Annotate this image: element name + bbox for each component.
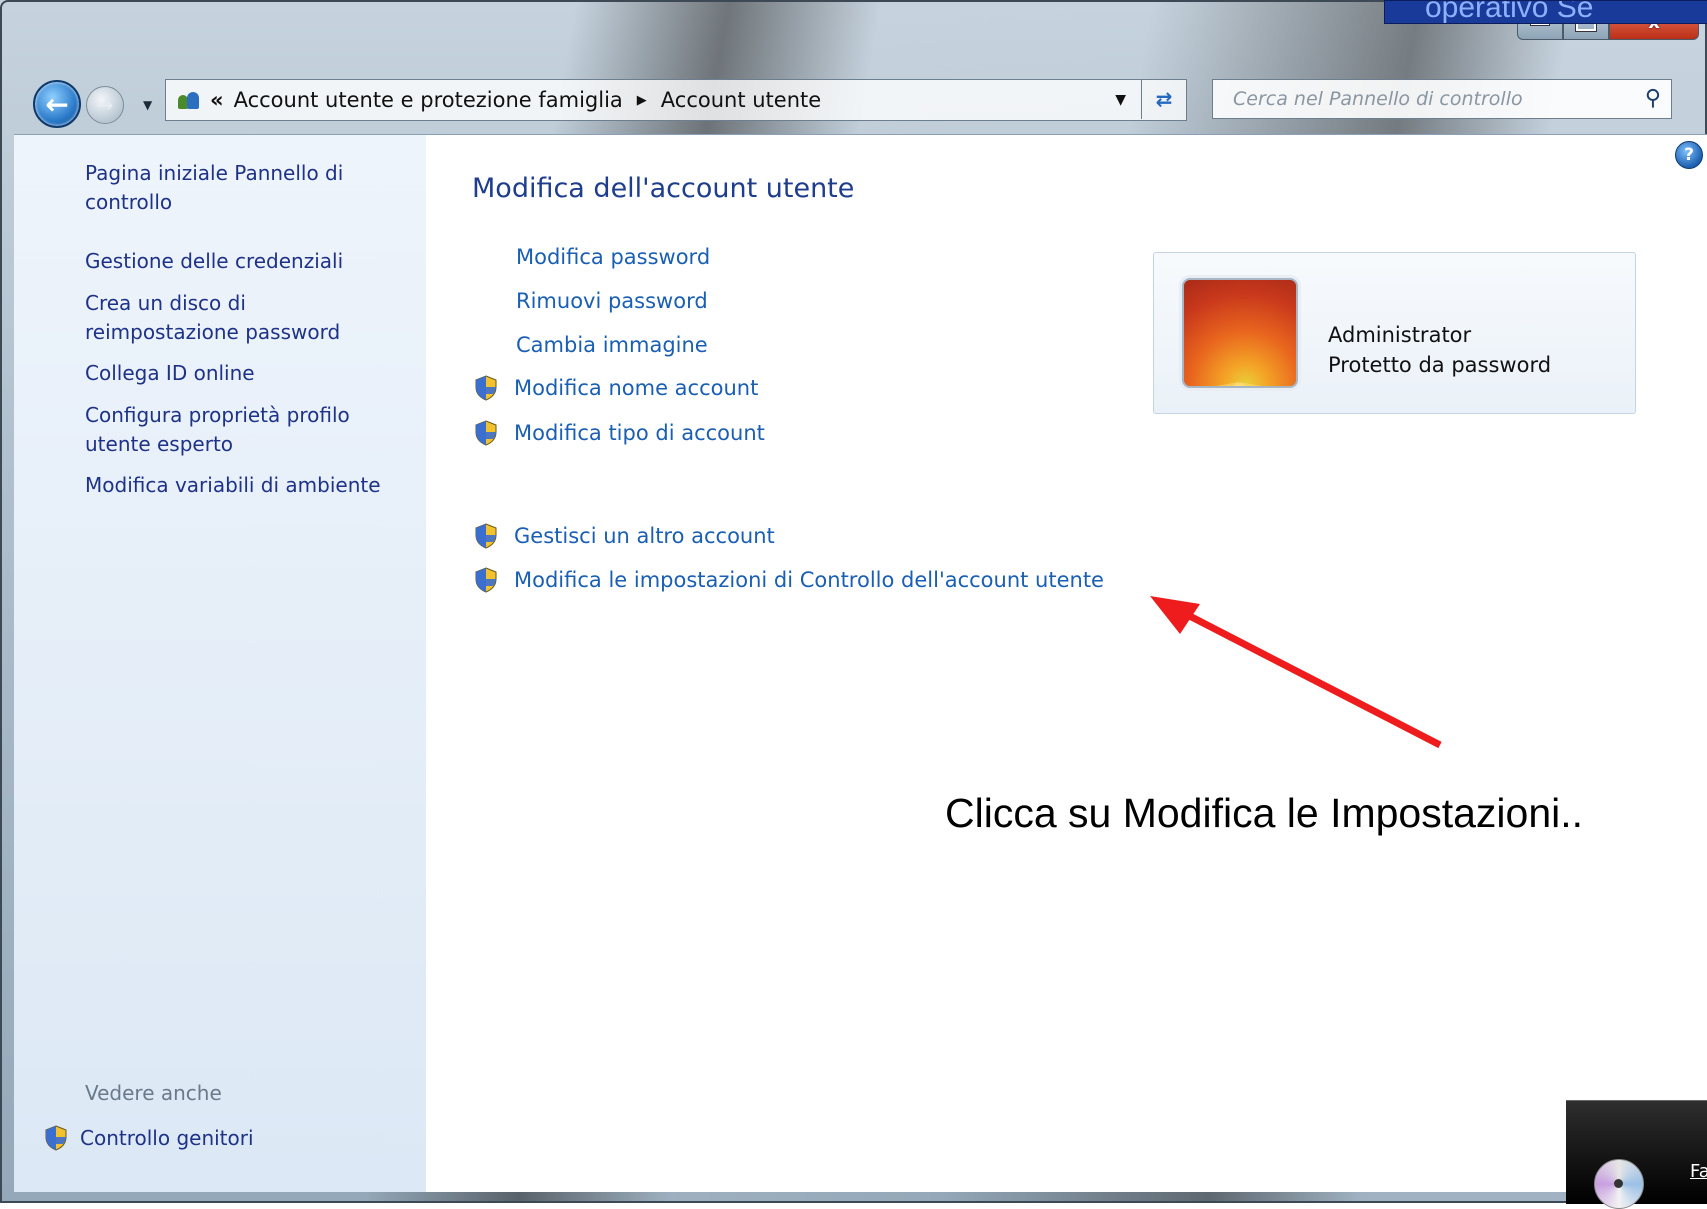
- search-input[interactable]: Cerca nel Pannello di controllo: [1233, 88, 1523, 110]
- search-icon[interactable]: ⚲: [1645, 86, 1661, 111]
- task-label[interactable]: Modifica password: [516, 245, 710, 269]
- breadcrumb-overflow[interactable]: «: [210, 88, 224, 112]
- task-change-account-name[interactable]: Modifica nome account: [474, 375, 758, 401]
- breadcrumb-item[interactable]: Account utente e protezione famiglia: [234, 88, 623, 112]
- task-change-picture[interactable]: Cambia immagine: [516, 333, 708, 357]
- sidebar-item-link-online-id[interactable]: Collega ID online: [85, 359, 415, 388]
- task-label[interactable]: Modifica le impostazioni di Controllo de…: [514, 568, 1104, 592]
- help-icon[interactable]: ?: [1675, 141, 1703, 169]
- uac-shield-icon: [474, 523, 498, 549]
- task-label[interactable]: Rimuovi password: [516, 289, 708, 313]
- uac-shield-icon: [474, 567, 498, 593]
- disc-icon: [1594, 1159, 1644, 1209]
- breadcrumb-item[interactable]: Account utente: [661, 88, 821, 112]
- user-account-card: Administrator Protetto da password: [1153, 252, 1636, 414]
- see-also-heading: Vedere anche: [85, 1081, 222, 1105]
- address-bar[interactable]: « Account utente e protezione famiglia ▶…: [165, 79, 1187, 121]
- sidebar-item-credential-manager[interactable]: Gestione delle credenziali: [85, 247, 415, 276]
- forward-arrow-icon: →: [96, 93, 114, 117]
- annotation-arrow: [1150, 596, 1442, 749]
- back-button[interactable]: ←: [33, 80, 81, 128]
- refresh-button[interactable]: ⇄: [1141, 79, 1186, 119]
- sidebar-item-environment-variables[interactable]: Modifica variabili di ambiente: [85, 471, 415, 500]
- address-dropdown-icon[interactable]: ▼: [1115, 92, 1126, 108]
- task-label[interactable]: Modifica tipo di account: [514, 421, 765, 445]
- task-label[interactable]: Gestisci un altro account: [514, 524, 775, 548]
- task-label[interactable]: Cambia immagine: [516, 333, 708, 357]
- uac-shield-icon: [44, 1125, 68, 1151]
- uac-shield-icon: [474, 420, 498, 446]
- annotation-callout: Clicca su Modifica le Impostazioni..: [945, 790, 1584, 836]
- breadcrumb-separator[interactable]: ▶: [637, 93, 647, 108]
- sidebar-item-profile-properties[interactable]: Configura proprietà profilo utente esper…: [85, 401, 385, 459]
- slide-title-overlay: operativo Se: [1384, 0, 1707, 24]
- task-change-password[interactable]: Modifica password: [516, 245, 710, 269]
- sidebar-item-label[interactable]: Controllo genitori: [80, 1126, 254, 1150]
- toast-link[interactable]: Fa: [1690, 1161, 1707, 1182]
- task-change-account-type[interactable]: Modifica tipo di account: [474, 420, 765, 446]
- uac-shield-icon: [474, 375, 498, 401]
- sidebar-item-control-panel-home[interactable]: Pagina iniziale Pannello di controllo: [85, 159, 415, 217]
- sidebar: Pagina iniziale Pannello di controllo Ge…: [14, 135, 426, 1192]
- task-manage-other-account[interactable]: Gestisci un altro account: [474, 523, 775, 549]
- task-label[interactable]: Modifica nome account: [514, 376, 758, 400]
- forward-button[interactable]: →: [86, 86, 124, 124]
- user-name: Administrator: [1328, 323, 1472, 347]
- recent-pages-dropdown[interactable]: ▼: [143, 98, 152, 112]
- sidebar-item-parental-controls[interactable]: Controllo genitori: [44, 1125, 254, 1151]
- avatar[interactable]: [1182, 278, 1298, 388]
- user-accounts-icon: [176, 89, 202, 111]
- user-status: Protetto da password: [1328, 353, 1552, 377]
- search-box[interactable]: Cerca nel Pannello di controllo ⚲: [1212, 79, 1672, 119]
- notification-toast[interactable]: Fa: [1566, 1100, 1707, 1209]
- back-arrow-icon: ←: [45, 87, 69, 121]
- task-remove-password[interactable]: Rimuovi password: [516, 289, 708, 313]
- page-title: Modifica dell'account utente: [472, 173, 855, 204]
- task-uac-settings[interactable]: Modifica le impostazioni di Controllo de…: [474, 567, 1104, 593]
- sidebar-item-password-reset-disk[interactable]: Crea un disco di reimpostazione password: [85, 289, 365, 347]
